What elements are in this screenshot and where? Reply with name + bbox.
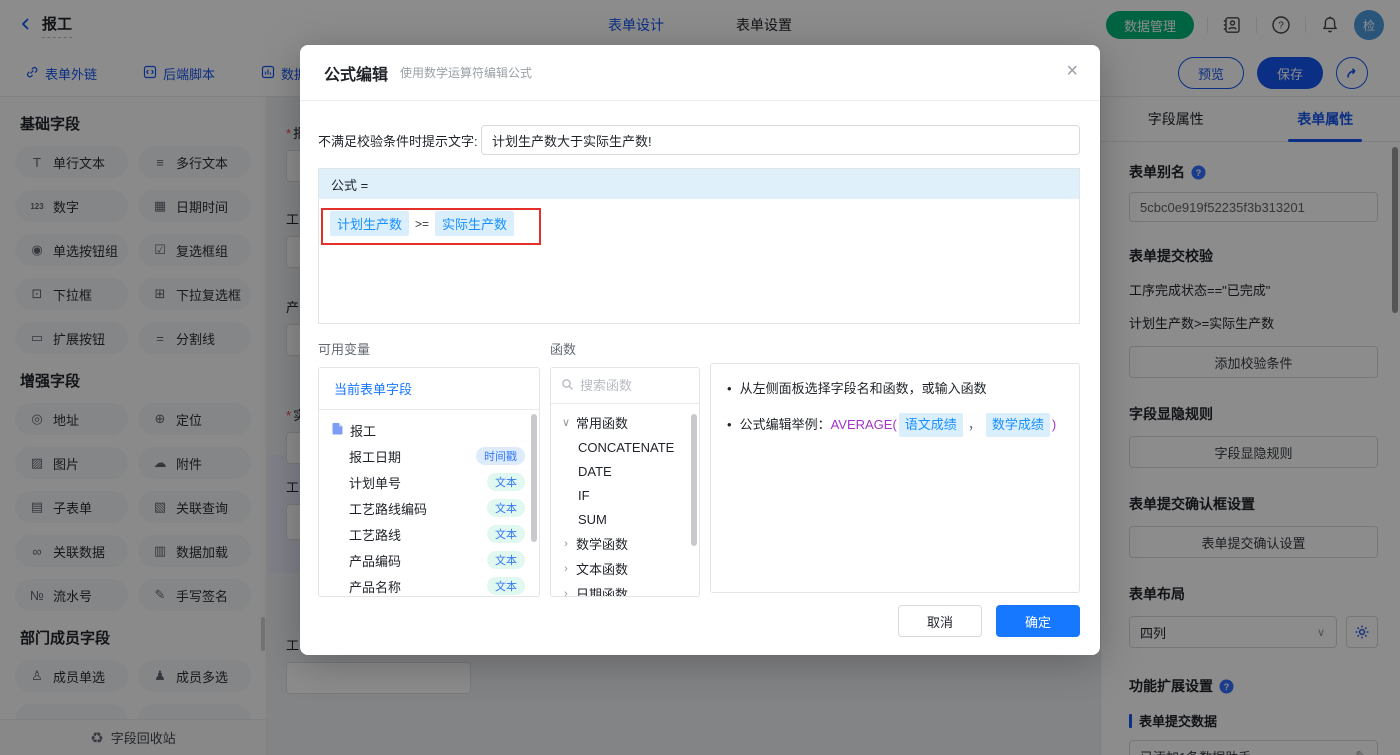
formula-header: 公式 = <box>319 169 1079 199</box>
variable-name: 工艺路线编码 <box>349 501 428 517</box>
function-group-common[interactable]: ∨ 常用函数 <box>551 410 699 435</box>
example-arg-chip: 数学成绩 <box>985 413 1050 437</box>
variable-item[interactable]: 工艺路线编码 文本 <box>319 495 539 521</box>
bullet-icon: • <box>727 417 732 432</box>
modal-subtitle: 使用数学运算符编辑公式 <box>400 66 533 80</box>
function-item-date[interactable]: DATE <box>551 459 699 483</box>
root-label: 报工 <box>350 423 377 439</box>
variable-name: 产品编码 <box>349 553 402 569</box>
current-form-fields-tab[interactable]: 当前表单字段 <box>319 368 539 410</box>
search-icon <box>561 378 574 394</box>
functions-column: 函数 ∨ 常用函数 CONCATENATE DATE IF <box>550 339 700 597</box>
group-label: 数学函数 <box>576 537 629 552</box>
chevron-closed-icon: › <box>564 537 568 550</box>
type-badge: 时间戳 <box>476 447 525 465</box>
type-badge: 文本 <box>487 473 525 491</box>
app-root: 报工 表单设计 表单设置 数据管理 ? 检 表单外链 后端脚本 预览 保存 基础… <box>0 0 1400 755</box>
functions-label: 函数 <box>550 342 577 357</box>
group-label: 日期函数 <box>576 587 629 597</box>
functions-scrollbar[interactable] <box>691 414 697 546</box>
tip-example-prefix: 公式编辑举例： <box>739 417 831 432</box>
function-group-text[interactable]: › 文本函数 <box>551 556 699 581</box>
formula-operator[interactable]: >= <box>415 217 429 231</box>
function-group-date[interactable]: › 日期函数 <box>551 581 699 597</box>
variable-name: 报工日期 <box>349 449 402 465</box>
formula-editor: 公式 = 计划生产数 >= 实际生产数 <box>318 168 1080 324</box>
variable-item[interactable]: 计划单号 文本 <box>319 469 539 495</box>
type-badge: 文本 <box>487 499 525 517</box>
prompt-text-input[interactable] <box>481 125 1080 155</box>
group-label: 常用函数 <box>576 416 629 431</box>
formula-input-area[interactable]: 计划生产数 >= 实际生产数 <box>319 199 1079 323</box>
tips-panel: • 从左侧面板选择字段名和函数，或输入函数 • 公式编辑举例： AVERAGE(… <box>710 363 1080 593</box>
modal-footer: 取消 确定 <box>898 605 1080 637</box>
file-icon <box>332 422 344 438</box>
formula-token-right[interactable]: 实际生产数 <box>435 211 515 236</box>
chevron-open-icon: ∨ <box>561 417 571 429</box>
confirm-button[interactable]: 确定 <box>996 605 1080 637</box>
variables-panel: 当前表单字段 报工 报工日期 时间戳 计划单号 文本 工艺路线编码 文本 工艺路… <box>318 367 540 597</box>
variables-column: 可用变量 当前表单字段 报工 报工日期 时间戳 计划单号 文本 工艺路线编码 文… <box>318 339 540 597</box>
variable-name: 计划单号 <box>349 475 402 491</box>
cancel-button[interactable]: 取消 <box>898 605 982 637</box>
variable-item[interactable]: 工艺路线 文本 <box>319 521 539 547</box>
tips-column: • 从左侧面板选择字段名和函数，或输入函数 • 公式编辑举例： AVERAGE(… <box>710 339 1080 597</box>
bullet-icon: • <box>727 381 732 396</box>
variable-name: 产品名称 <box>349 579 402 595</box>
function-group-math[interactable]: › 数学函数 <box>551 531 699 556</box>
function-item-if[interactable]: IF <box>551 483 699 507</box>
type-badge: 文本 <box>487 577 525 595</box>
variable-item[interactable]: 产品名称 文本 <box>319 573 539 596</box>
function-search-input[interactable] <box>580 378 680 393</box>
variable-tree-root[interactable]: 报工 <box>319 417 539 443</box>
prompt-text-label: 不满足校验条件时提示文字: <box>318 133 478 149</box>
example-arg-chip: 语文成绩 <box>898 413 963 437</box>
chevron-closed-icon: › <box>564 587 568 597</box>
function-search[interactable] <box>551 368 699 404</box>
modal-body: 不满足校验条件时提示文字: 公式 = 计划生产数 >= 实际生产数 可用变量 <box>300 101 1100 597</box>
example-comma: ， <box>967 417 981 432</box>
modal-header: 公式编辑 使用数学运算符编辑公式 <box>300 45 1100 101</box>
function-item-concatenate[interactable]: CONCATENATE <box>551 435 699 459</box>
variable-item[interactable]: 报工日期 时间戳 <box>319 443 539 469</box>
group-label: 文本函数 <box>576 562 629 577</box>
close-icon[interactable]: × <box>1066 61 1078 81</box>
formula-edit-modal: 公式编辑 使用数学运算符编辑公式 × 不满足校验条件时提示文字: 公式 = 计划… <box>300 45 1100 655</box>
type-badge: 文本 <box>487 551 525 569</box>
type-badge: 文本 <box>487 525 525 543</box>
formula-token-left[interactable]: 计划生产数 <box>330 211 410 236</box>
example-close-paren: ) <box>1051 417 1057 432</box>
modal-title: 公式编辑 <box>324 66 389 84</box>
variable-name: 工艺路线 <box>349 527 402 543</box>
variables-scrollbar[interactable] <box>531 414 537 542</box>
variables-label: 可用变量 <box>318 342 371 357</box>
chevron-closed-icon: › <box>564 562 568 575</box>
tip-text: 从左侧面板选择字段名和函数，或输入函数 <box>739 381 987 396</box>
functions-panel: ∨ 常用函数 CONCATENATE DATE IF SUM › 数学函数 › 文本函… <box>550 367 700 597</box>
example-function-name: AVERAGE( <box>830 417 897 432</box>
function-item-sum[interactable]: SUM <box>551 507 699 531</box>
variable-item[interactable]: 产品编码 文本 <box>319 547 539 573</box>
